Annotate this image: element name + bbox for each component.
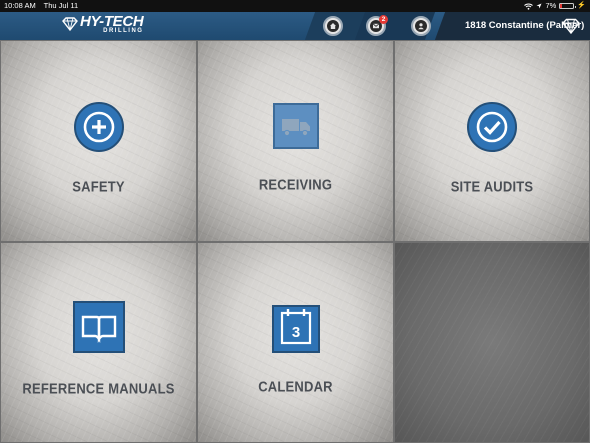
diamond-menu-icon[interactable] (562, 18, 580, 34)
messages-button[interactable]: 2 (366, 15, 388, 36)
truck-icon (272, 103, 319, 149)
logo-main-text: HY-TECH (80, 13, 144, 30)
messages-badge: 2 (379, 15, 388, 24)
location-icon (536, 3, 542, 9)
status-date: Thu Jul 11 (43, 1, 79, 10)
plus-circle-icon (73, 102, 124, 152)
tile-safety[interactable]: SAFETY (0, 40, 197, 242)
checkmark-circle-icon (467, 102, 517, 152)
book-icon (72, 301, 125, 353)
tile-reference-manuals[interactable]: REFERENCE MANUALS (0, 242, 197, 443)
profile-button[interactable] (411, 16, 431, 36)
tile-label-site-audits: SITE AUDITS (450, 177, 534, 196)
status-time: 10:08 AM (4, 1, 36, 10)
calendar-icon: 3 (271, 305, 320, 353)
diamond-logo-icon (62, 17, 78, 32)
hytech-logo[interactable]: HY-TECH DRILLING (62, 13, 144, 34)
tile-label-safety: SAFETY (72, 177, 125, 196)
tile-label-calendar: CALENDAR (258, 377, 333, 396)
tile-calendar[interactable]: 3 CALENDAR (197, 242, 394, 443)
app-header: HY-TECH DRILLING 2 1818 Constantine (Pal… (0, 12, 590, 40)
wifi-icon (524, 3, 534, 10)
battery-icon (559, 3, 577, 9)
home-icon (330, 23, 336, 29)
tile-label-reference-manuals: REFERENCE MANUALS (22, 379, 175, 398)
tile-label-receiving: RECEIVING (258, 175, 333, 194)
battery-percent: 7% (545, 1, 557, 10)
message-icon (372, 23, 380, 29)
empty-tile (394, 242, 590, 443)
module-grid: SAFETY RECEIVING SITE AUDITS REFERENCE M… (0, 40, 590, 443)
profile-icon (418, 23, 424, 30)
tile-receiving[interactable]: RECEIVING (197, 40, 394, 242)
logo-sub-text: DRILLING (103, 28, 144, 34)
charging-icon: ⚡ (577, 2, 586, 9)
status-bar: 10:08 AM Thu Jul 11 7% ⚡ (0, 0, 590, 12)
calendar-day-number: 3 (291, 324, 299, 341)
tile-site-audits[interactable]: SITE AUDITS (394, 40, 590, 242)
home-button[interactable] (323, 16, 343, 36)
